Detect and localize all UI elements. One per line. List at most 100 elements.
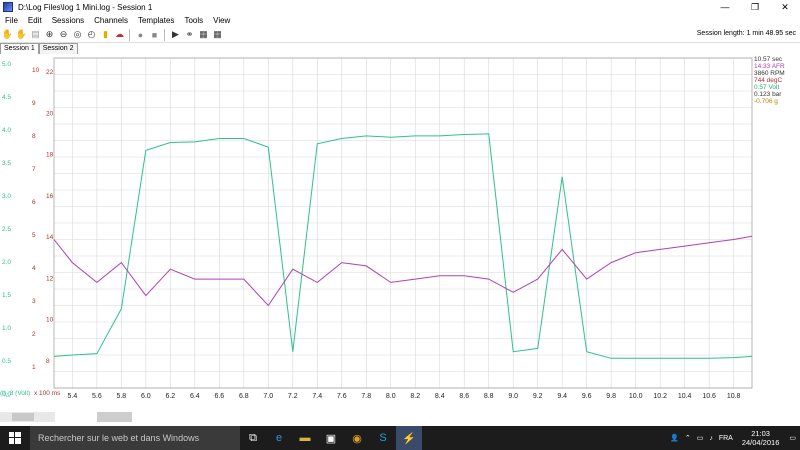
afr-series-line [53,235,753,307]
note-icon[interactable]: ▮ [99,28,112,41]
volt-tick-label: 5.0 [2,61,11,68]
scroll-thumb[interactable] [12,413,34,421]
zoom-reset-icon[interactable]: ◎ [71,28,84,41]
bottom-axis-value: x 100 ms [34,390,61,397]
volt-tick-label: 1.5 [2,292,11,299]
clock[interactable]: 21:03 24/04/2016 [742,429,780,447]
x-tick-label: 7.2 [288,393,298,400]
paste-icon[interactable]: ▤ [29,28,42,41]
tab-session-2[interactable]: Session 2 [38,43,78,54]
legend-entry: 0.123 bar [754,91,782,98]
table-icon[interactable]: ▦ [211,28,224,41]
log-chart[interactable]: 5.04.54.03.53.02.52.01.51.00.50.01098765… [0,54,800,416]
people-icon[interactable]: 👤 [670,434,679,442]
afr2-tick-label: 18 [46,152,54,159]
chart-grid [53,57,753,389]
task-view-icon[interactable]: ⧉ [240,426,266,450]
afr-tick-label: 5 [32,232,36,239]
taskbar-search[interactable]: Rechercher sur le web et dans Windows [30,426,240,450]
x-tick-label: 5.6 [92,393,102,400]
x-tick-label: 9.8 [606,393,616,400]
y-axis: 5.04.54.03.53.02.52.01.51.00.50.01098765… [2,61,54,398]
legend-entry: 14.33 AFR [754,63,785,70]
stop-icon[interactable]: ■ [148,28,161,41]
afr2-tick-label: 16 [46,193,54,200]
notifications-icon[interactable]: ▭ [789,434,796,442]
network-icon[interactable]: ▭ [697,434,704,442]
maximize-button[interactable]: ❐ [740,0,770,14]
x-tick-label: 9.4 [557,393,567,400]
volt-tick-label: 0.5 [2,358,11,365]
legend-entry: 10.57 sec [754,56,783,63]
record-icon[interactable]: ● [134,28,147,41]
hand-icon[interactable]: ✋ [1,28,14,41]
session-length: Session length: 1 min 48.95 sec [696,30,796,37]
menu-channels[interactable]: Channels [89,16,133,25]
toolbar-separator [129,28,130,41]
x-tick-label: 9.2 [533,393,543,400]
system-tray: 👤 ⌃ ▭ ♪ FRA 21:03 24/04/2016 ▭ [667,426,800,450]
chart-icon[interactable]: ▦ [197,28,210,41]
close-button[interactable]: ✕ [770,0,800,14]
x-tick-label: 6.0 [141,393,151,400]
x-tick-label: 8.0 [386,393,396,400]
horizontal-scrollbar[interactable] [0,412,55,422]
afr-tick-label: 10 [32,67,40,74]
volt-tick-label: 1.0 [2,325,11,332]
hand-secondary-icon[interactable]: ✋ [15,28,28,41]
x-axis: 5.4 5.6 5.8 6.0 6.2 6.4 6.6 6.8 7.0 7.2 7.4 7.6 7.8 8… [68,393,741,400]
x-tick-label: 8.6 [459,393,469,400]
volt-series-line [53,133,753,359]
afr-tick-label: 4 [32,265,36,272]
x-tick-label: 6.8 [239,393,249,400]
clock-time: 21:03 [751,429,770,438]
x-tick-label: 6.6 [214,393,224,400]
afr-tick-label: 8 [32,133,36,140]
chrome-icon[interactable]: ◉ [344,426,370,450]
menu-file[interactable]: File [0,16,23,25]
chevron-up-icon[interactable]: ⌃ [685,434,691,442]
clock-icon[interactable]: ◴ [85,28,98,41]
clock-date: 24/04/2016 [741,438,780,447]
menu-view[interactable]: View [208,16,235,25]
start-button[interactable] [0,426,30,450]
x-tick-label: 7.0 [263,393,273,400]
windows-icon [9,432,21,444]
explorer-icon[interactable]: ▬ [292,426,318,450]
minimize-button[interactable]: — [710,0,740,14]
volume-icon[interactable]: ♪ [709,435,713,442]
store-icon[interactable]: ▣ [318,426,344,450]
window-title: D:\Log Files\log 1 Mini.log - Session 1 [18,2,153,12]
zoom-out-icon[interactable]: ⊖ [57,28,70,41]
language-indicator[interactable]: FRA [719,435,733,442]
chart-curves [53,133,753,359]
legend-entry: -0.706 g [754,98,778,105]
menu-tools[interactable]: Tools [179,16,208,25]
x-tick-label: 8.4 [435,393,445,400]
volt-tick-label: 3.5 [2,160,11,167]
tab-session-1[interactable]: Session 1 [0,43,39,54]
menu-templates[interactable]: Templates [133,16,179,25]
x-tick-label: 10.0 [629,393,643,400]
session-tabs: Session 1 Session 2 [0,43,78,54]
logger-app-icon[interactable]: ⚡ [396,426,422,450]
menu-sessions[interactable]: Sessions [47,16,89,25]
x-tick-label: 7.8 [361,393,371,400]
menu-edit[interactable]: Edit [23,16,47,25]
play-icon[interactable]: ▶ [169,28,182,41]
x-tick-label: 10.6 [702,393,716,400]
x-tick-label: 8.8 [484,393,494,400]
afr2-tick-label: 8 [46,358,50,365]
edge-icon[interactable]: e [266,426,292,450]
afr-tick-label: 1 [32,364,36,371]
afr-tick-label: 2 [32,331,36,338]
scroll-thumb-secondary[interactable] [97,412,132,422]
afr2-tick-label: 10 [46,317,54,324]
skype-icon[interactable]: S [370,426,396,450]
cloud-icon[interactable]: ☁ [113,28,126,41]
binoculars-icon[interactable]: ⚭ [183,28,196,41]
zoom-in-icon[interactable]: ⊕ [43,28,56,41]
menu-bar: File Edit Sessions Channels Templates To… [0,14,800,27]
x-tick-label: 10.4 [678,393,692,400]
toolbar: ✋ ✋ ▤ ⊕ ⊖ ◎ ◴ ▮ ☁ ● ■ ▶ ⚭ ▦ ▦ Session le… [0,27,800,43]
